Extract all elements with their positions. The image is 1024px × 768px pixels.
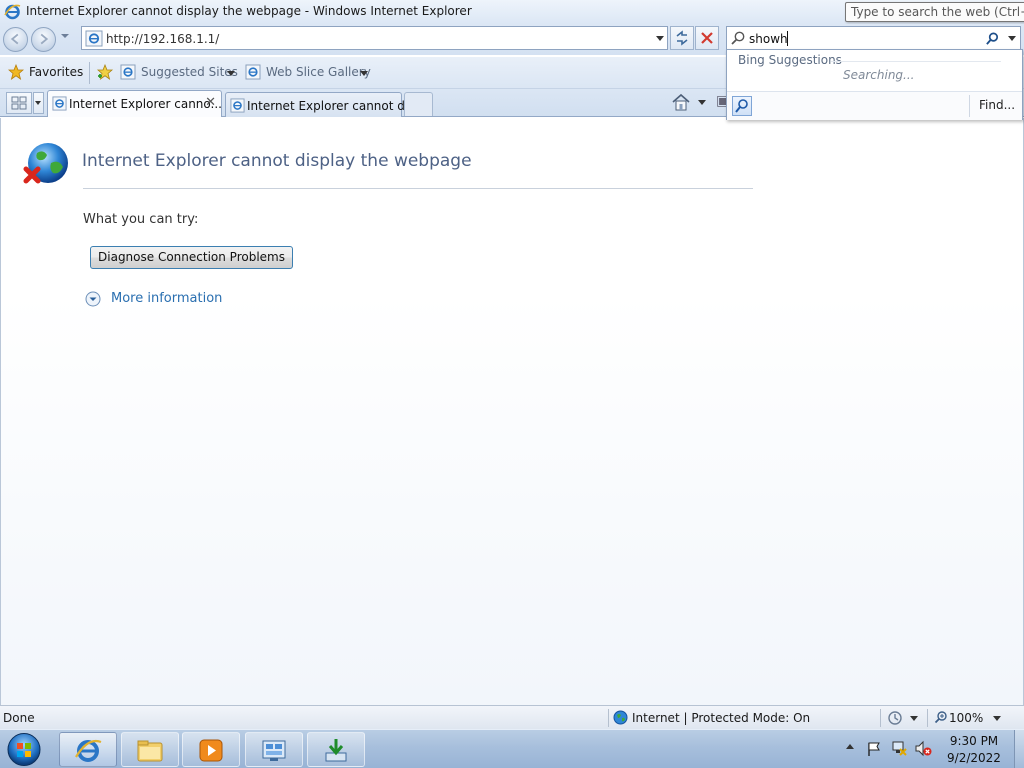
- more-information-link[interactable]: More information: [111, 291, 222, 306]
- volume-muted-icon[interactable]: [914, 740, 932, 757]
- diagnose-connection-button[interactable]: Diagnose Connection Problems: [90, 246, 293, 269]
- feeds-icon[interactable]: ▣: [716, 93, 726, 111]
- close-tab-icon[interactable]: ✕: [205, 95, 216, 110]
- suggested-sites-dropdown-icon[interactable]: [227, 71, 235, 76]
- search-provider-button[interactable]: [732, 96, 752, 116]
- back-button[interactable]: [3, 27, 28, 52]
- internet-zone-globe-icon: [613, 710, 628, 725]
- address-dropdown-icon[interactable]: [656, 36, 664, 41]
- suggestions-footer: Find...: [727, 91, 1022, 120]
- page-title: Internet Explorer cannot display the web…: [82, 151, 472, 171]
- tab-label: Internet Explorer canno...: [69, 97, 222, 111]
- divider: [831, 61, 1001, 62]
- globe-error-icon: [23, 143, 68, 184]
- tab-inactive[interactable]: Internet Explorer cannot di...: [225, 92, 420, 117]
- media-player-icon: [199, 739, 223, 762]
- status-bar: Done Internet | Protected Mode: On 100%: [0, 705, 1024, 729]
- forward-arrow-icon: [40, 33, 49, 45]
- search-tooltip: Type to search the web (Ctrl+E): [845, 2, 1024, 22]
- network-icon[interactable]: [891, 740, 908, 757]
- page-content: Internet Explorer cannot display the web…: [0, 118, 1024, 705]
- tab-label: Internet Explorer cannot di...: [247, 99, 420, 113]
- divider: [83, 188, 753, 189]
- find-on-page-button[interactable]: Find...: [979, 98, 1015, 112]
- quick-tabs-button[interactable]: [6, 92, 32, 114]
- favorites-star-icon: [8, 64, 24, 80]
- start-button-icon[interactable]: [4, 731, 44, 768]
- taskbar-media-player[interactable]: [182, 732, 240, 767]
- web-slice-gallery-dropdown-icon[interactable]: [360, 71, 368, 76]
- forward-button[interactable]: [31, 27, 56, 52]
- divider: [89, 62, 90, 84]
- suggestions-header: Bing Suggestions: [738, 53, 842, 67]
- stop-icon: [701, 32, 713, 44]
- add-to-favorites-icon[interactable]: [96, 64, 114, 81]
- home-icon[interactable]: [671, 93, 691, 111]
- zoom-dropdown-icon[interactable]: [993, 716, 1001, 721]
- suggestions-status: Searching...: [843, 68, 915, 82]
- folder-icon: [137, 740, 163, 762]
- search-icon: [735, 99, 748, 113]
- web-slice-gallery-icon: [245, 64, 261, 80]
- address-bar[interactable]: http://192.168.1.1/: [81, 26, 668, 50]
- window-title: Internet Explorer cannot display the web…: [26, 4, 472, 18]
- internet-explorer-icon: [4, 4, 21, 20]
- search-go-icon[interactable]: [985, 31, 1000, 46]
- recent-pages-dropdown[interactable]: [61, 34, 69, 38]
- tab-active[interactable]: Internet Explorer canno... ✕: [47, 90, 222, 117]
- suggestion-heading: What you can try:: [83, 212, 199, 227]
- back-arrow-icon: [10, 33, 19, 45]
- taskbar-internet-explorer[interactable]: [59, 732, 117, 767]
- search-options-dropdown[interactable]: [1008, 36, 1016, 41]
- clock-time[interactable]: 9:30 PM: [934, 734, 1014, 748]
- show-desktop-button[interactable]: [1014, 730, 1024, 768]
- web-slice-gallery-link[interactable]: Web Slice Gallery: [266, 65, 371, 79]
- taskbar: 9:30 PM 9/2/2022: [0, 729, 1024, 768]
- page-icon: [85, 30, 103, 47]
- divider: [608, 709, 609, 727]
- security-zone-text[interactable]: Internet | Protected Mode: On: [632, 711, 810, 725]
- search-suggestions-dropdown: Bing Suggestions Searching... Find...: [726, 49, 1023, 120]
- suggested-sites-link[interactable]: Suggested Sites: [141, 65, 238, 79]
- action-center-flag-icon[interactable]: [866, 741, 882, 757]
- clock-date[interactable]: 9/2/2022: [934, 751, 1014, 765]
- divider: [969, 95, 970, 117]
- zoom-icon: [934, 711, 947, 724]
- new-tab-button[interactable]: [404, 92, 433, 116]
- divider: [880, 709, 881, 727]
- protected-mode-icon[interactable]: [887, 710, 903, 726]
- favorites-button[interactable]: Favorites: [29, 65, 83, 79]
- title-bar[interactable]: Internet Explorer cannot display the web…: [0, 0, 1024, 24]
- home-dropdown-icon[interactable]: [698, 100, 706, 105]
- internet-explorer-icon: [75, 739, 102, 762]
- taskbar-windows-explorer[interactable]: [121, 732, 179, 767]
- show-hidden-icons-button[interactable]: [846, 744, 854, 749]
- quick-tabs-icon: [11, 96, 27, 110]
- suggested-sites-icon: [120, 64, 136, 80]
- expand-chevron-icon[interactable]: [85, 291, 101, 307]
- search-icon: [731, 31, 745, 45]
- text-caret: [787, 31, 788, 46]
- search-box[interactable]: [726, 26, 1021, 50]
- page-icon: [230, 98, 245, 113]
- download-arrow-icon: [325, 739, 347, 762]
- refresh-icon: [676, 30, 688, 46]
- security-dropdown-icon[interactable]: [910, 716, 918, 721]
- taskbar-control-panel[interactable]: [245, 732, 303, 767]
- zoom-level[interactable]: 100%: [949, 711, 983, 725]
- status-text: Done: [3, 711, 35, 725]
- refresh-button[interactable]: [670, 26, 694, 50]
- stop-button[interactable]: [695, 26, 719, 50]
- page-icon: [52, 96, 67, 111]
- url-text: http://192.168.1.1/: [106, 32, 220, 46]
- taskbar-installer[interactable]: [307, 732, 365, 767]
- search-input[interactable]: [749, 30, 909, 47]
- tab-list-dropdown[interactable]: [33, 92, 44, 114]
- control-panel-icon: [262, 740, 286, 761]
- divider: [927, 709, 928, 727]
